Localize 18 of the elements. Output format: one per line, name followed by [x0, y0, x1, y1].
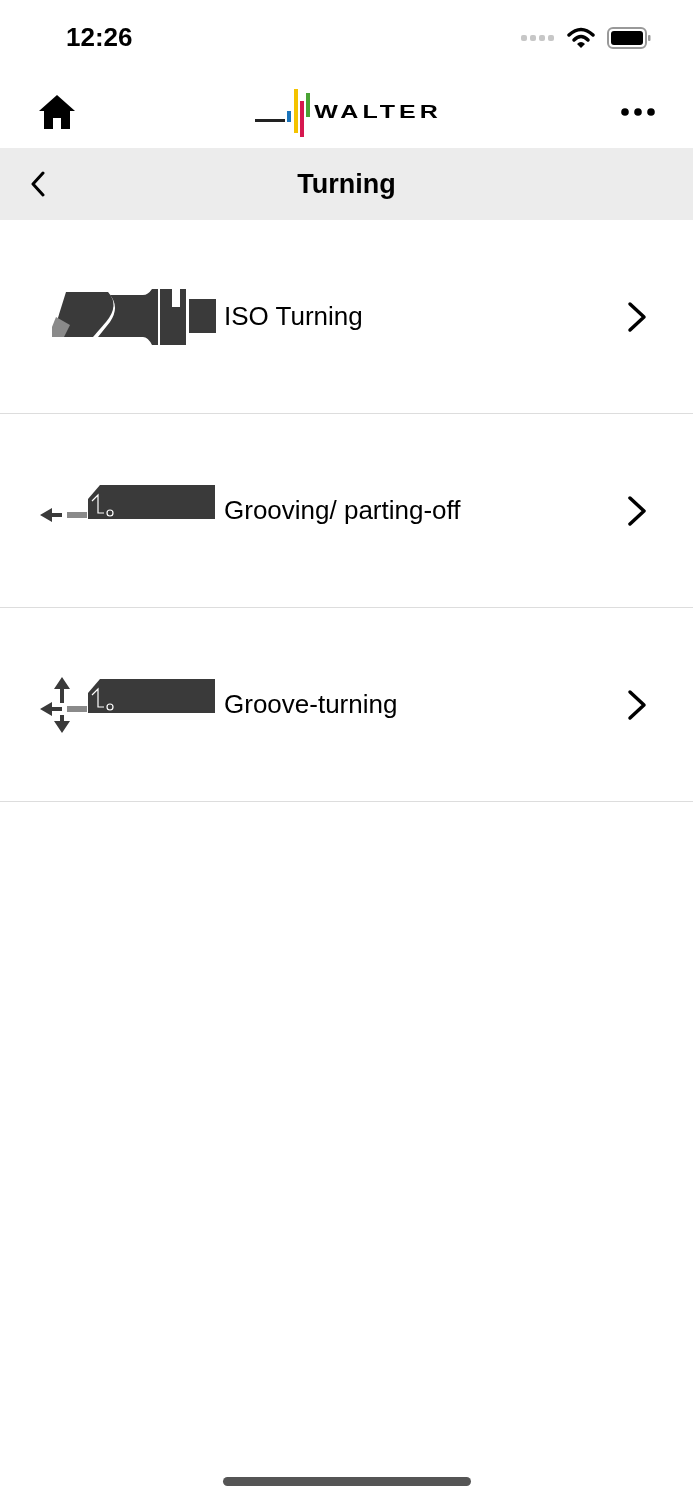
battery-icon — [607, 26, 651, 49]
menu-item[interactable]: Groove-turning — [0, 608, 693, 802]
wifi-icon — [567, 26, 595, 49]
chevron-right-icon — [627, 494, 647, 527]
item-label: Grooving/ parting-off — [224, 494, 462, 527]
more-icon[interactable] — [621, 107, 655, 116]
item-label: Groove-turning — [224, 688, 399, 721]
signal-icon — [521, 33, 555, 42]
page-title: Turning — [297, 167, 396, 201]
status-time: 12:26 — [66, 21, 133, 54]
walter-logo: WALTER — [255, 86, 442, 137]
chevron-right-icon — [627, 688, 647, 721]
menu-item[interactable]: ISO Turning — [0, 220, 693, 414]
menu-item[interactable]: Grooving/ parting-off — [0, 414, 693, 608]
back-icon[interactable] — [30, 171, 46, 197]
item-label: ISO Turning — [224, 300, 364, 333]
home-icon[interactable] — [38, 93, 76, 130]
chevron-right-icon — [627, 300, 647, 333]
